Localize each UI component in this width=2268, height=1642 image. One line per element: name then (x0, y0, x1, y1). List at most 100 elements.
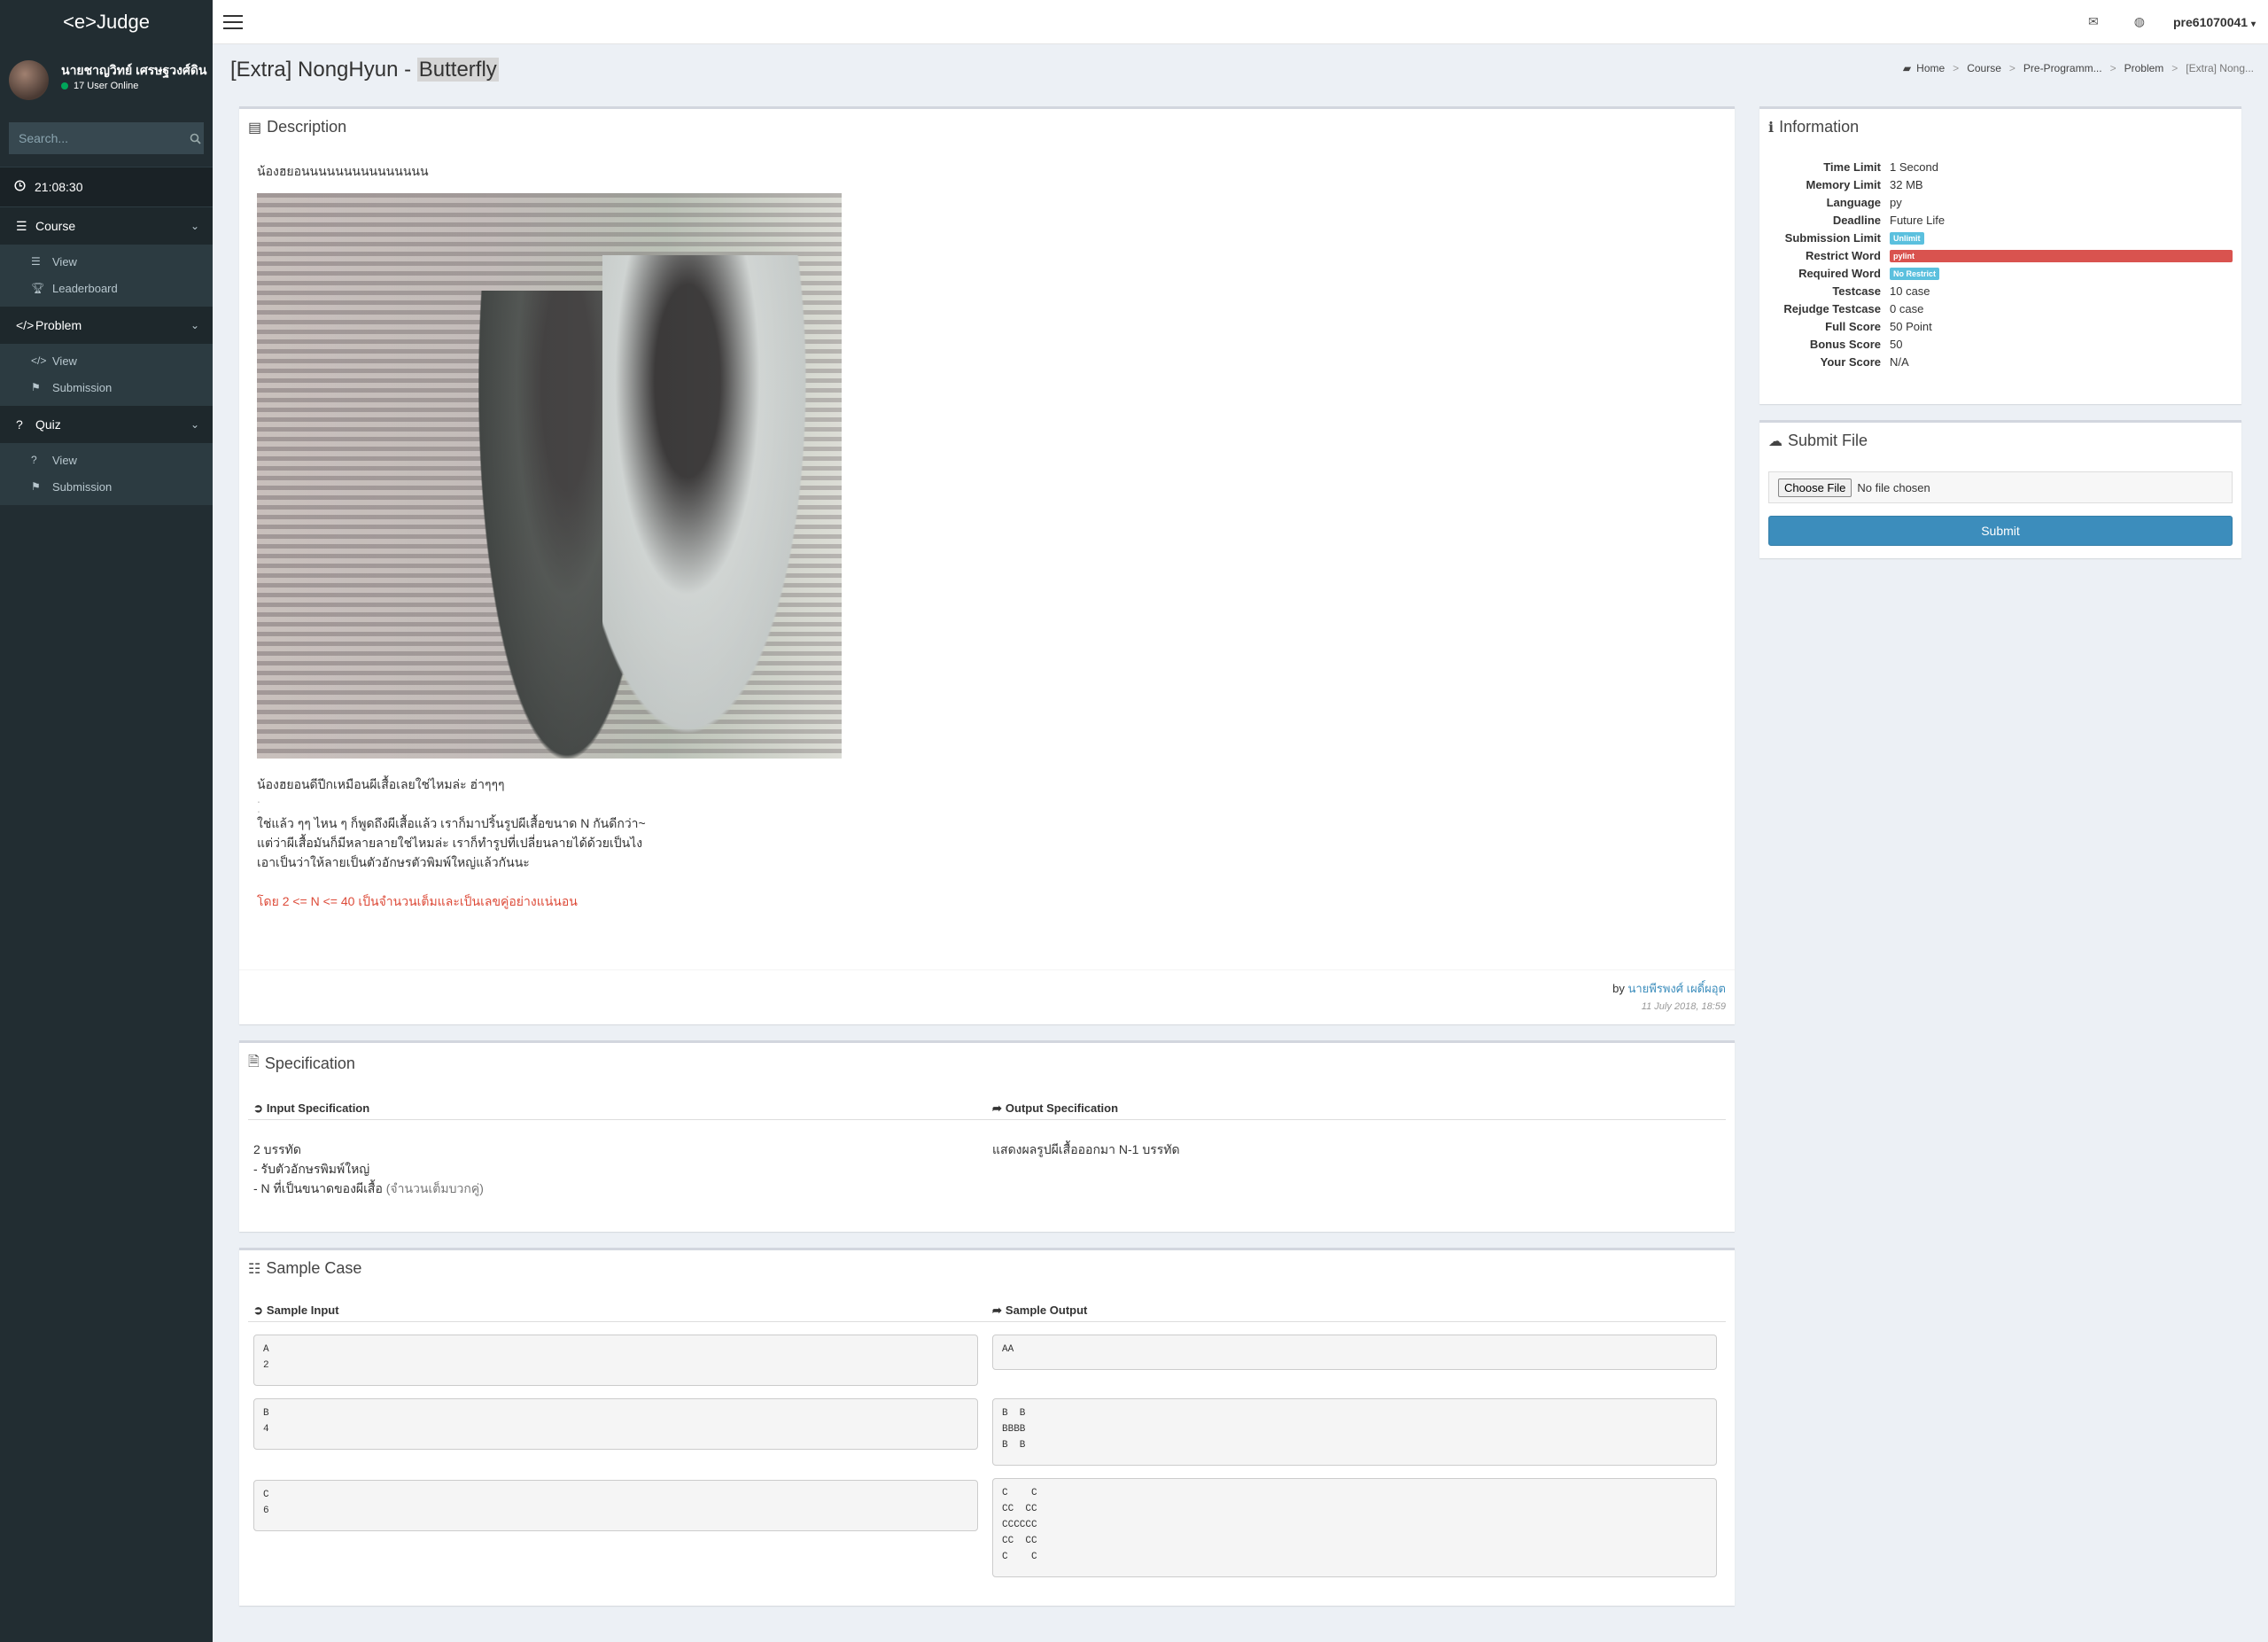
info-value: No Restrict (1890, 266, 2233, 280)
list-icon: ☰ (31, 255, 41, 268)
submit-button[interactable]: Submit (1768, 516, 2233, 546)
content-header: [Extra] NongHyun - Butterfly ▰ Home > Co… (213, 44, 2268, 106)
file-input[interactable]: Choose File No file chosen (1768, 471, 2233, 503)
description-line1: น้องฮยอนดีปีกเหมือนผีเสื้อเลยใช่ไหมล่ะ ฮ… (257, 777, 505, 791)
menu-course-label: Course (35, 219, 76, 233)
info-row: Bonus Score 50 (1768, 335, 2233, 353)
description-line4: เอาเป็นว่าให้ลายเป็นตัวอักษรตัวพิมพ์ใหญ่… (257, 855, 530, 869)
output-specification: ➦ Output Specification แสดงผลรูปผีเสื้อออ… (987, 1097, 1726, 1198)
specification-box: 🗎︎ Specification ➲ Input Specification 2 … (239, 1040, 1735, 1232)
online-count: 17 User Online (74, 81, 139, 91)
brand-logo[interactable]: <e>Judge (0, 0, 213, 44)
info-row: Language py (1768, 193, 2233, 211)
sample-output-2: B B BBBB B B (992, 1398, 1717, 1466)
sidebar-search (9, 122, 204, 154)
globe-icon[interactable]: ◍ (2134, 14, 2145, 29)
info-row: Required Word No Restrict (1768, 264, 2233, 282)
input-spec-head: Input Specification (266, 1101, 370, 1115)
submit-file-title-label: Submit File (1788, 432, 1868, 449)
info-row: Full Score 50 Point (1768, 317, 2233, 335)
quiz-view[interactable]: ? View (0, 447, 213, 473)
info-badge: Unlimit (1890, 232, 1924, 245)
sign-in-icon: ➲ (253, 1303, 263, 1317)
info-key: Rejudge Testcase (1783, 301, 1881, 315)
breadcrumb-home[interactable]: Home (1916, 62, 1945, 74)
user-menu[interactable]: pre61070041 ▾ (2173, 15, 2256, 29)
search-input[interactable] (10, 123, 188, 153)
search-icon[interactable] (188, 123, 203, 153)
choose-file-button[interactable]: Choose File (1778, 478, 1852, 497)
sample-input-3: C 6 (253, 1480, 978, 1531)
menu-problem-label: Problem (35, 318, 82, 332)
info-key: Language (1826, 195, 1881, 209)
problem-gif-image (257, 193, 842, 759)
course-view[interactable]: ☰ View (0, 248, 213, 275)
course-leaderboard-label: Leaderboard (52, 281, 118, 295)
output-spec-head: Output Specification (1005, 1101, 1119, 1115)
input-specification: ➲ Input Specification 2 บรรทัด - รับตัวอั… (248, 1097, 987, 1198)
input-spec-line1: 2 บรรทัด (253, 1142, 301, 1156)
sign-in-icon: ➲ (253, 1101, 263, 1115)
info-row: Submission Limit Unlimit (1768, 229, 2233, 246)
info-key: Full Score (1825, 319, 1881, 333)
info-value: N/A (1890, 354, 1909, 369)
sample-input-2: B 4 (253, 1398, 978, 1450)
problem-view-label: View (52, 354, 77, 368)
page-title: [Extra] NongHyun - Butterfly (230, 58, 499, 82)
specification-title: 🗎︎ Specification (239, 1043, 1735, 1085)
problem-view[interactable]: </> View (0, 347, 213, 374)
info-key: Memory Limit (1806, 177, 1881, 191)
chevron-down-icon: ⌄ (190, 319, 199, 331)
course-leaderboard[interactable]: 🏆︎ Leaderboard (0, 275, 213, 301)
question-icon: ? (16, 417, 23, 432)
user-name: นายชาญวิทย์ เศรษฐวงศ์ดิน (61, 63, 207, 77)
code-icon: </> (16, 318, 35, 332)
info-key: Your Score (1820, 354, 1881, 369)
sample-case-title-label: Sample Case (266, 1259, 362, 1277)
info-value: 10 case (1890, 284, 1930, 298)
breadcrumb-current: [Extra] Nong... (2186, 62, 2254, 74)
breadcrumb-preprogramming[interactable]: Pre-Programm... (2023, 62, 2102, 74)
info-row: Deadline Future Life (1768, 211, 2233, 229)
username: pre61070041 (2173, 14, 2249, 29)
flag-icon: ⚑ (31, 381, 41, 393)
cloud-upload-icon: ☁ (1768, 433, 1783, 449)
info-key: Restrict Word (1806, 248, 1881, 262)
by-label: by (1612, 982, 1628, 995)
description-intro: น้องฮยอนนนนนนนนนนนนนนน (257, 164, 429, 178)
info-key: Bonus Score (1809, 337, 1881, 351)
info-value: 50 (1890, 337, 1903, 351)
author-link[interactable]: นายพีรพงศ์ เผดิ์ผอุต (1627, 982, 1726, 995)
info-row: Your Score N/A (1768, 353, 2233, 370)
user-panel: นายชาญวิทย์ เศรษฐวงศ์ดิน 17 User Online (0, 44, 213, 122)
sample-case-box: ☷ Sample Case ➲ Sample Input A 2 B 4 C 6 … (239, 1248, 1735, 1606)
problem-submission[interactable]: ⚑ Submission (0, 374, 213, 401)
breadcrumb-course[interactable]: Course (1967, 62, 2001, 74)
info-key: Time Limit (1823, 160, 1881, 174)
menu-quiz[interactable]: ? Quiz ⌄ (0, 406, 213, 443)
sample-input-1: A 2 (253, 1335, 978, 1386)
course-view-label: View (52, 254, 77, 268)
sample-output-head: Sample Output (1005, 1303, 1088, 1317)
clock-time: 21:08:30 (35, 180, 83, 194)
hamburger-menu-icon[interactable] (223, 14, 243, 29)
menu-problem[interactable]: </> Problem ⌄ (0, 307, 213, 344)
envelope-icon[interactable]: ✉ (2088, 14, 2099, 29)
menu-course[interactable]: ☰ Course ⌄ (0, 207, 213, 245)
quiz-submission[interactable]: ⚑ Submission (0, 473, 213, 500)
description-title: ▤ Description (239, 109, 1735, 145)
input-spec-line2: - รับตัวอักษรพิมพ์ใหญ่ (253, 1162, 370, 1176)
info-value: py (1890, 195, 1902, 209)
description-box: ▤ Description น้องฮยอนนนนนนนนนนนนนนน น้อ… (239, 106, 1735, 1024)
info-row: Rejudge Testcase 0 case (1768, 300, 2233, 317)
menu-quiz-label: Quiz (35, 417, 61, 432)
no-file-chosen-label: No file chosen (1857, 480, 1930, 494)
sample-input-column: ➲ Sample Input A 2 B 4 C 6 (248, 1299, 987, 1577)
description-constraint: โดย 2 <= N <= 40 เป็นจำนวนเต็มและเป็นเลข… (257, 894, 578, 908)
sign-out-icon: ➦ (992, 1101, 1002, 1115)
info-key: Required Word (1798, 266, 1881, 280)
question-icon: ? (31, 454, 37, 466)
breadcrumb-problem[interactable]: Problem (2124, 62, 2164, 74)
sample-case-title: ☷ Sample Case (239, 1250, 1735, 1287)
breadcrumb: ▰ Home > Course > Pre-Programm... > Prob… (1902, 62, 2254, 74)
